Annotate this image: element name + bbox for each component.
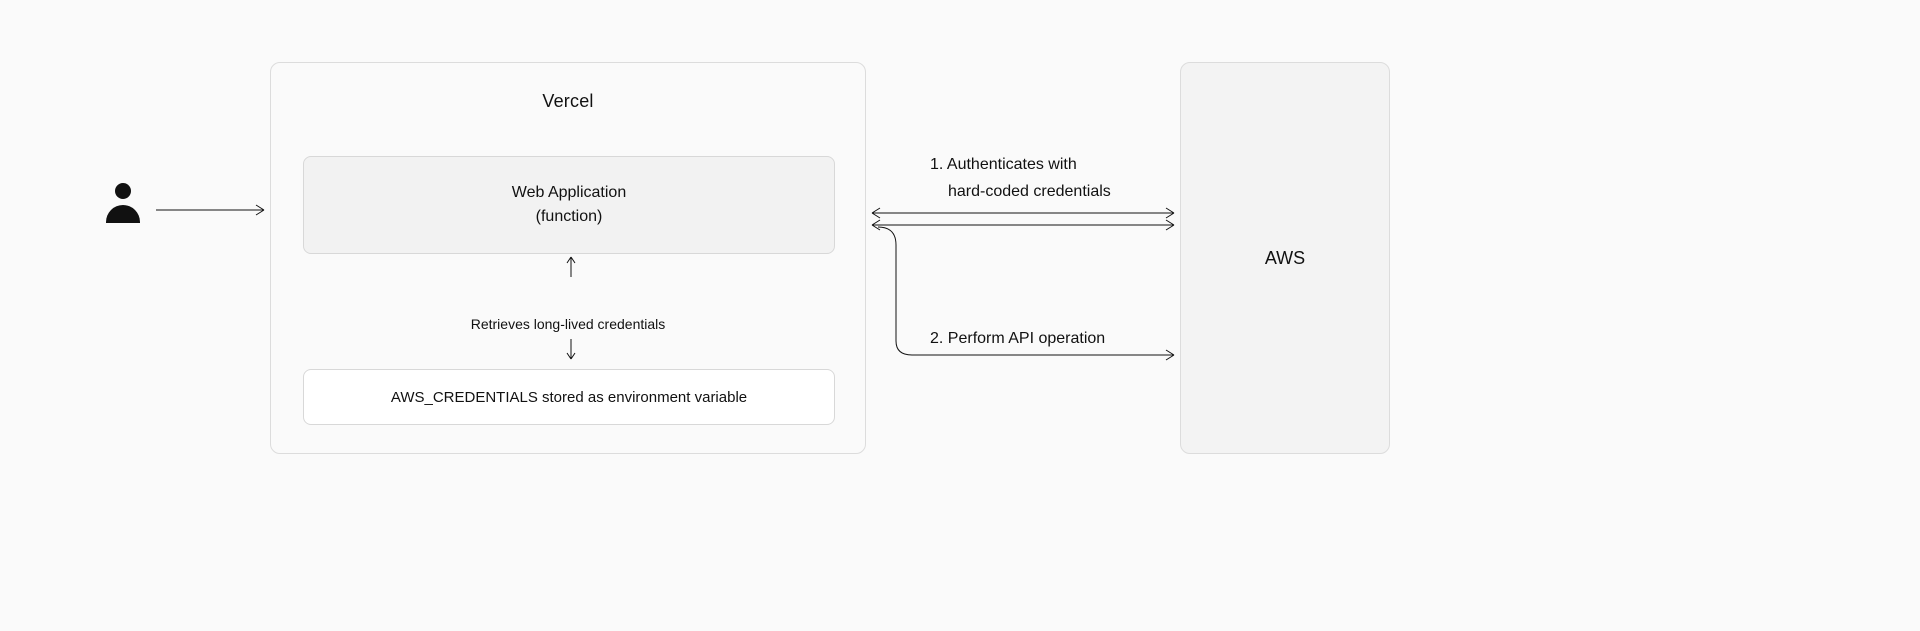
auth-label-line1: 1. Authenticates with: [930, 151, 1111, 178]
aws-credentials-label: AWS_CREDENTIALS stored as environment va…: [391, 389, 747, 406]
web-application-box: Web Application (function): [303, 156, 835, 254]
user-icon: [103, 183, 143, 233]
retrieve-credentials-label: Retrieves long-lived credentials: [271, 316, 865, 332]
auth-label-line2: hard-coded credentials: [930, 178, 1111, 205]
aws-container: AWS: [1180, 62, 1390, 454]
aws-credentials-box: AWS_CREDENTIALS stored as environment va…: [303, 369, 835, 425]
auth-label: 1. Authenticates with hard-coded credent…: [930, 151, 1111, 205]
arrow-up-icon: [565, 255, 577, 277]
webapp-label-line2: (function): [536, 208, 603, 226]
webapp-label-line1: Web Application: [512, 184, 626, 202]
diagram-canvas: Vercel Web Application (function) Retrie…: [0, 0, 1920, 631]
vercel-title: Vercel: [271, 91, 865, 112]
arrow-auth-top: [866, 207, 1180, 219]
aws-title: AWS: [1265, 248, 1305, 269]
arrow-down-icon: [565, 339, 577, 361]
arrow-api-operation: [878, 225, 1180, 365]
arrow-user-to-vercel: [156, 200, 270, 220]
